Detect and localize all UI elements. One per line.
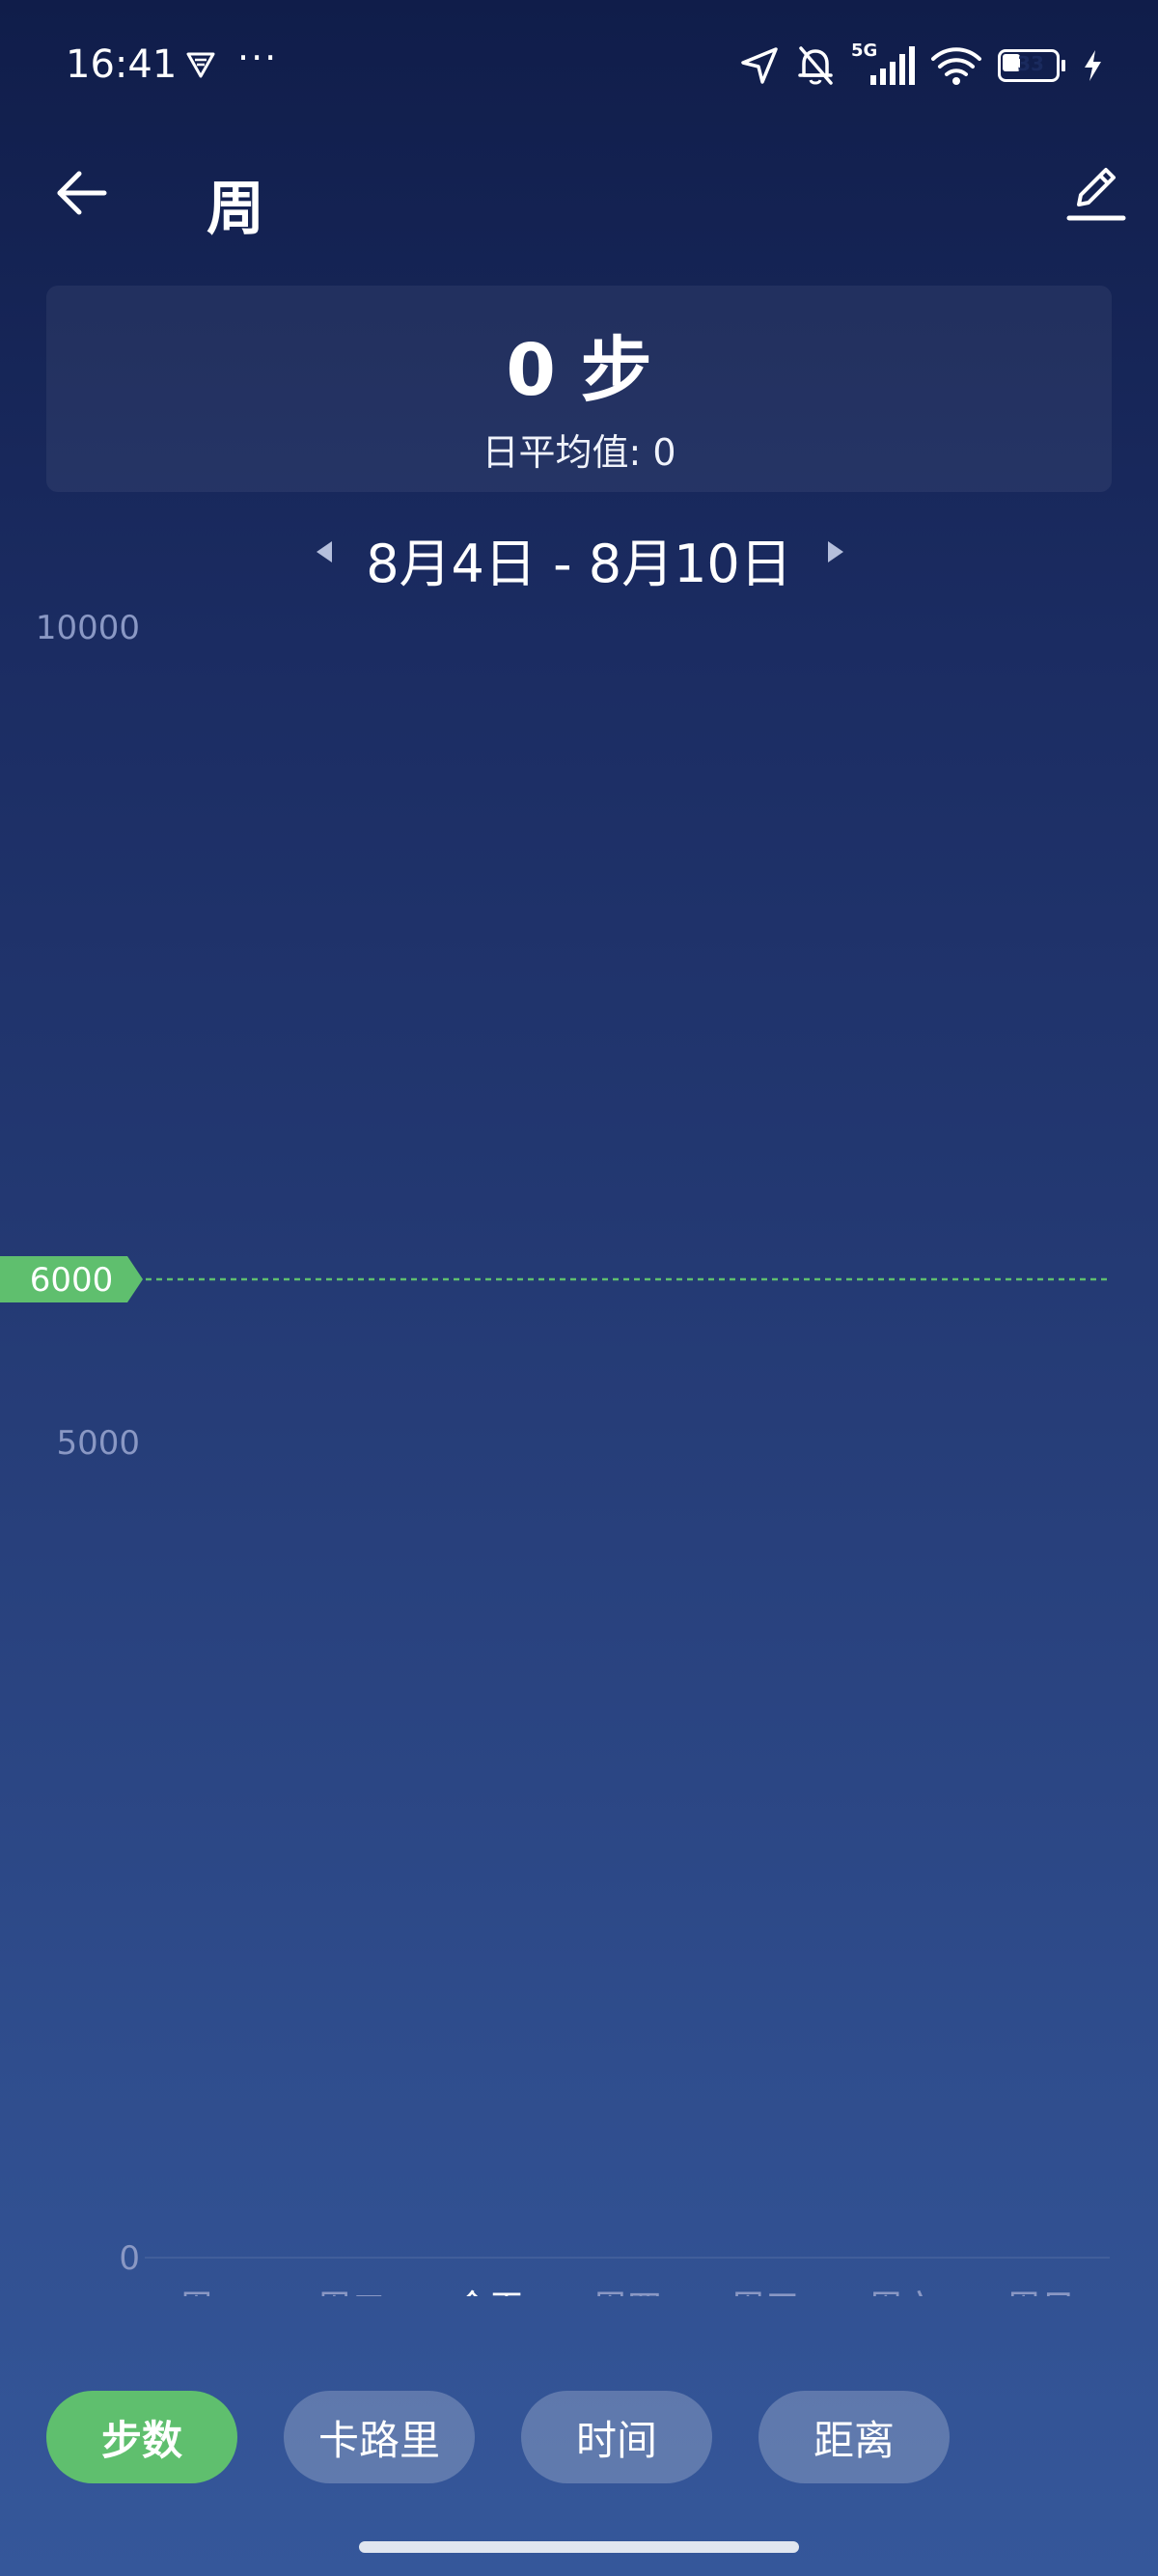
previous-week-button[interactable] xyxy=(307,534,342,569)
wifi-icon xyxy=(930,44,982,87)
y-tick-label: 0 xyxy=(119,2239,140,2278)
location-icon xyxy=(739,45,780,86)
signal-icon: 5G xyxy=(851,41,915,89)
battery-icon: 33 xyxy=(998,49,1065,82)
metric-tabs: 步数 卡路里 时间 距离 xyxy=(46,2391,950,2483)
tab-steps[interactable]: 步数 xyxy=(46,2391,237,2483)
vpn-icon xyxy=(185,48,216,79)
x-tick-label: 周六 xyxy=(868,2288,938,2296)
back-button[interactable] xyxy=(46,158,116,228)
goal-label: 6000 xyxy=(30,1261,114,1300)
chart-canvas: 10000 5000 0 周一 周二 今天 周四 周五 周六 周日 6000 xyxy=(0,609,1110,2328)
pencil-icon xyxy=(1066,168,1126,221)
y-tick-label: 10000 xyxy=(36,609,140,647)
arrow-left-icon xyxy=(57,171,107,215)
daily-average-value: 0 xyxy=(652,431,676,474)
bell-muted-icon xyxy=(795,44,836,87)
status-bar: 16:41 ··· 5G 33 xyxy=(0,0,1158,135)
steps-total: 0 步 xyxy=(46,313,1112,416)
steps-value: 0 xyxy=(506,329,556,412)
x-tick-label: 今天 xyxy=(455,2288,524,2296)
x-tick-label: 周五 xyxy=(731,2288,800,2296)
status-icons: 5G 33 xyxy=(739,41,1104,89)
steps-chart: 10000 5000 0 周一 周二 今天 周四 周五 周六 周日 6000 xyxy=(0,598,1158,2328)
steps-unit: 步 xyxy=(580,329,652,412)
edit-button[interactable] xyxy=(1060,156,1133,230)
app-bar: 周 xyxy=(0,145,1158,243)
x-tick-label: 周一 xyxy=(179,2288,248,2296)
tab-distance[interactable]: 距离 xyxy=(758,2391,950,2483)
next-week-button[interactable] xyxy=(818,534,853,569)
daily-average-label: 日平均值: xyxy=(482,431,642,474)
more-notifications-icon: ··· xyxy=(237,37,279,79)
status-time: 16:41 xyxy=(66,42,178,87)
triangle-right-icon xyxy=(828,541,843,562)
daily-average: 日平均值: 0 xyxy=(46,423,1112,476)
date-range-selector: 8月4日 - 8月10日 xyxy=(0,517,1158,594)
y-tick-label: 5000 xyxy=(56,1424,140,1463)
charging-icon xyxy=(1081,48,1104,83)
tab-calories[interactable]: 卡路里 xyxy=(284,2391,475,2483)
x-tick-label: 周四 xyxy=(593,2288,662,2296)
home-indicator[interactable] xyxy=(359,2541,799,2553)
page-title: 周 xyxy=(207,176,264,243)
battery-level: 33 xyxy=(1017,52,1044,75)
triangle-left-icon xyxy=(317,541,332,562)
date-range-label: 8月4日 - 8月10日 xyxy=(366,534,792,594)
x-tick-label: 周日 xyxy=(1006,2288,1076,2296)
tab-time[interactable]: 时间 xyxy=(521,2391,712,2483)
summary-card: 0 步 日平均值: 0 xyxy=(46,286,1112,492)
x-tick-label: 周二 xyxy=(317,2288,386,2296)
